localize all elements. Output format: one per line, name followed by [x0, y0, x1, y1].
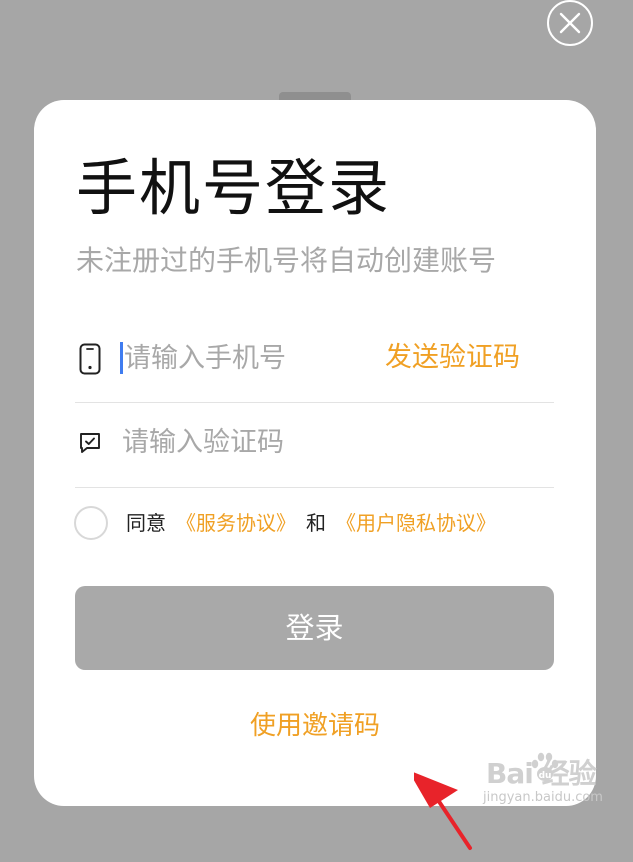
and-text: 和 [306, 511, 326, 535]
page-subtitle: 未注册过的手机号将自动创建账号 [76, 244, 497, 277]
close-button[interactable] [547, 0, 593, 46]
page-title: 手机号登录 [76, 153, 392, 224]
phone-input[interactable] [124, 338, 374, 378]
login-dialog: 手机号登录 未注册过的手机号将自动创建账号 发送验证码 同意《服务协议》和《用户… [34, 100, 596, 850]
service-agreement-link[interactable]: 《服务协议》 [176, 511, 296, 535]
svg-text:du: du [539, 771, 552, 781]
login-button[interactable]: 登录 [75, 586, 554, 670]
baidu-jingyan-watermark: Bai 经验 du jingyan.baidu.com [480, 752, 630, 814]
text-cursor [120, 342, 123, 374]
verification-code-input[interactable] [122, 422, 422, 462]
invite-code-link[interactable]: 使用邀请码 [34, 708, 596, 744]
divider [75, 487, 554, 488]
send-code-button[interactable]: 发送验证码 [385, 339, 520, 377]
agree-checkbox[interactable] [74, 506, 108, 540]
phone-icon [79, 343, 101, 375]
privacy-agreement-link[interactable]: 《用户隐私协议》 [336, 511, 496, 535]
watermark-url: jingyan.baidu.com [483, 790, 603, 805]
agreement-text: 同意 《服务协议》和《用户隐私协议》 [126, 509, 496, 537]
paw-icon: du [531, 752, 559, 781]
message-icon [80, 433, 100, 453]
agree-prefix: 同意 [126, 511, 166, 535]
divider [75, 402, 554, 403]
close-icon [559, 12, 581, 34]
